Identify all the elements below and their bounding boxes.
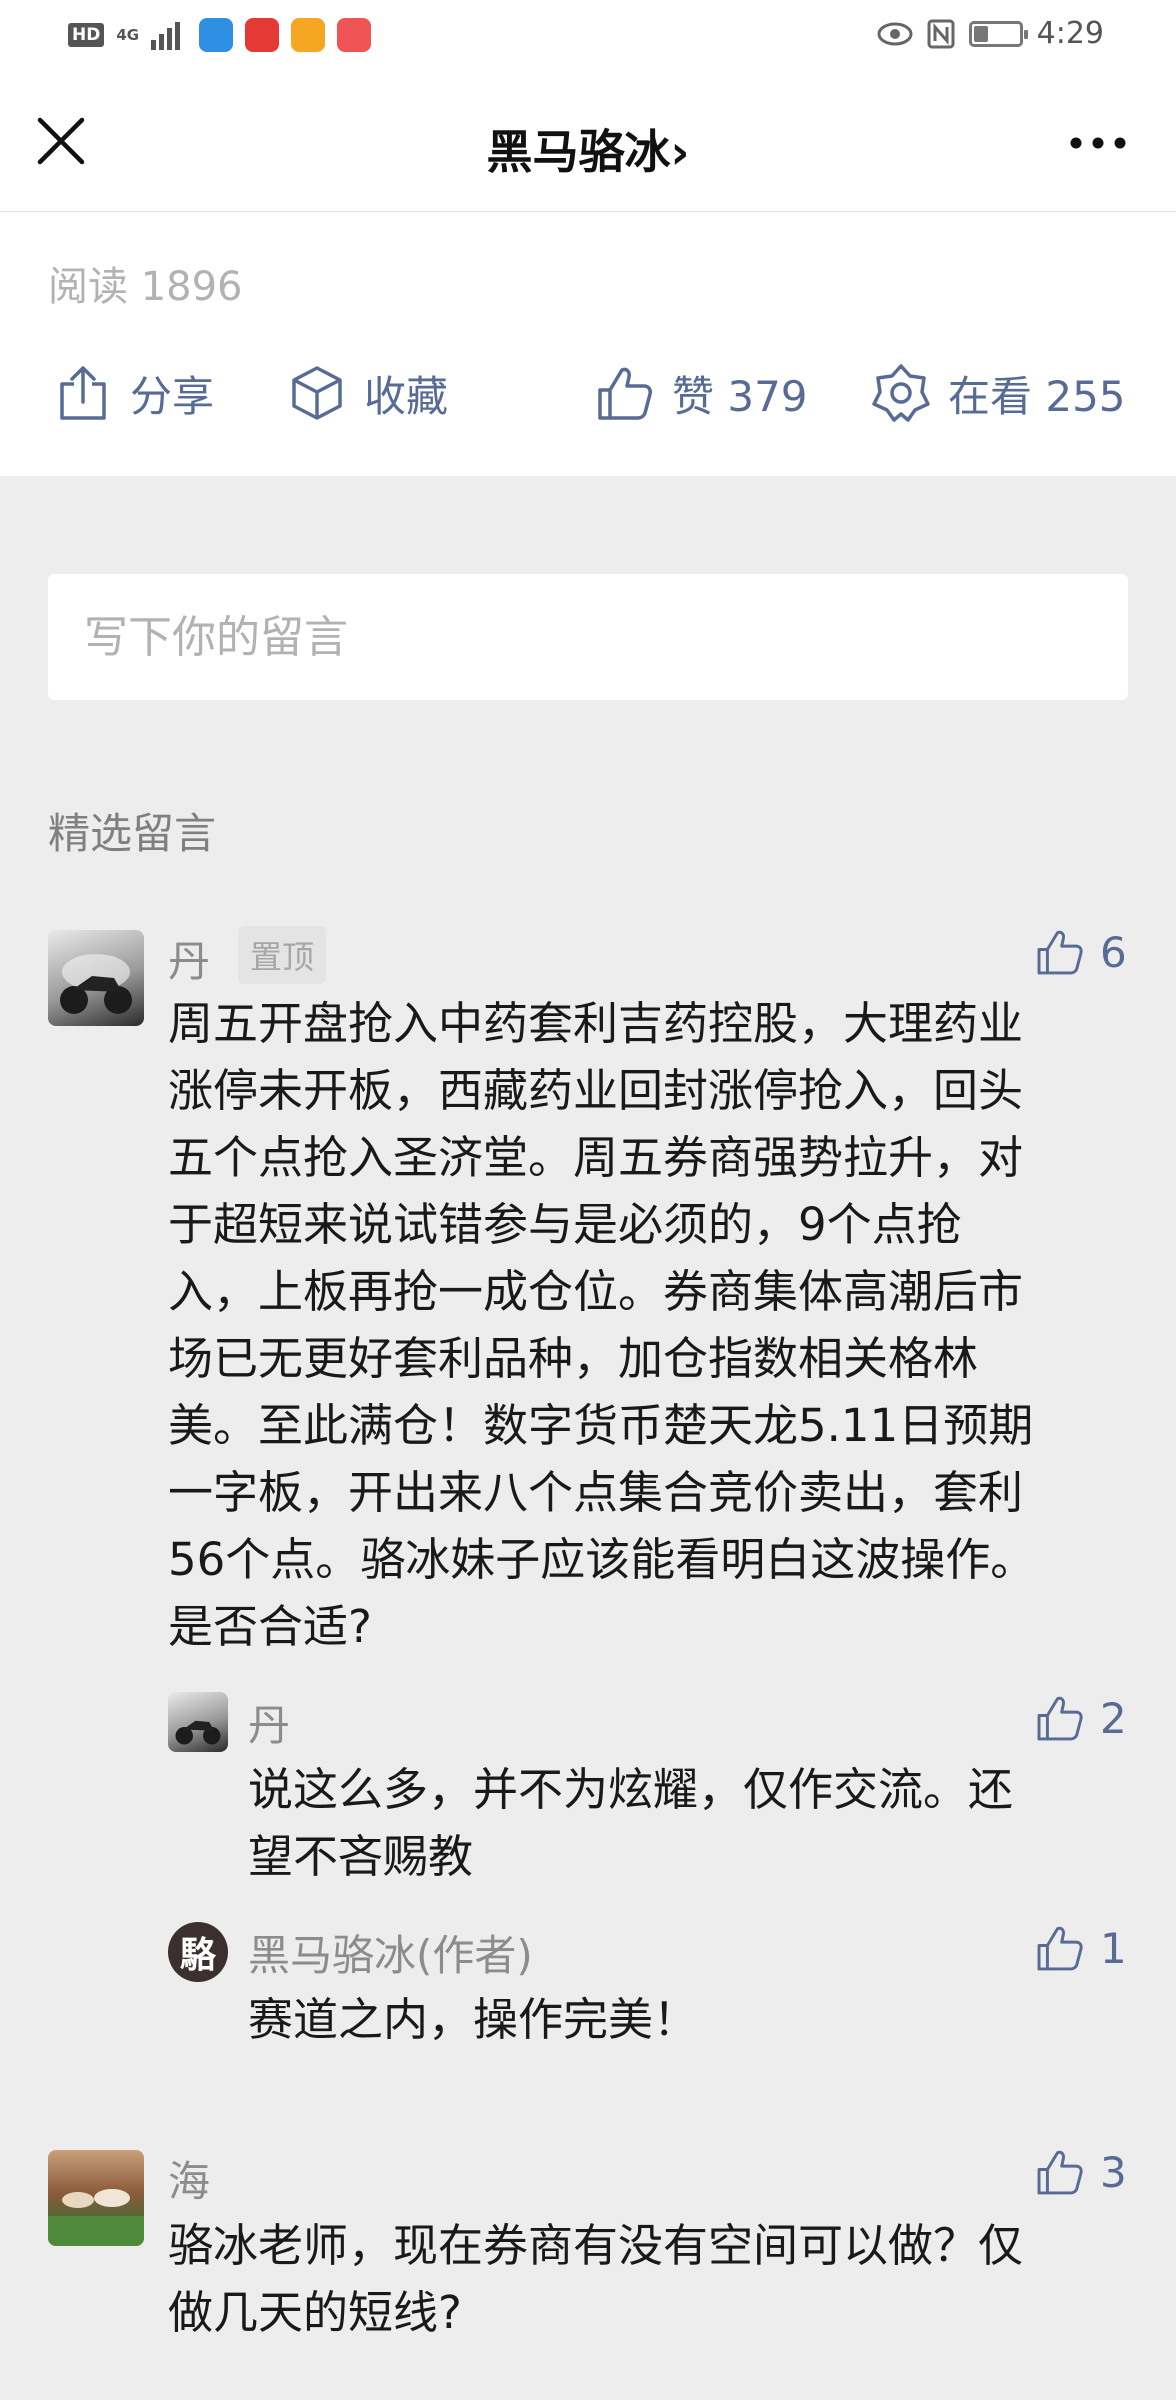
reply-like-count: 1: [1100, 1923, 1127, 1973]
thumbs-up-icon: [598, 367, 652, 420]
status-left-icons: HD 4G: [68, 18, 372, 52]
comment-like-count: 6: [1100, 927, 1127, 977]
comment-like-count: 3: [1100, 2147, 1127, 2197]
watching-count: 在看 255: [948, 371, 1126, 421]
book-icon: [337, 18, 372, 52]
reply-avatar[interactable]: [168, 1692, 228, 1752]
pinned-badge: 置顶: [238, 926, 327, 984]
article-stats: 阅读 1896 分享 收藏 赞 379 在看 255: [0, 212, 1176, 476]
comment-input[interactable]: [48, 574, 1128, 700]
thumbs-up-icon: [1037, 1696, 1083, 1741]
author-avatar[interactable]: 駱: [168, 1922, 228, 1982]
comment-line: 周五开盘抢入中药套利吉药控股，大理药业: [168, 997, 1024, 1050]
motorcycle-image: [175, 1720, 221, 1745]
eye-icon: [877, 22, 913, 45]
comment-line: 入，上板再抢一成仓位。券商集体高潮后市: [168, 1265, 1024, 1318]
reply-line: 赛道之内，操作完美！: [248, 1993, 699, 2046]
avatar[interactable]: [48, 930, 144, 1026]
share-label: 分享: [130, 371, 215, 421]
reply-line: 望不吝赐教: [248, 1830, 474, 1883]
comment-line: 骆冰老师，现在券商有没有空间可以做？仅: [168, 2219, 1024, 2272]
reply-text: 赛道之内，操作完美！: [248, 1986, 698, 2053]
featured-comments-title: 精选留言: [48, 809, 217, 858]
read-count: 阅读 1896: [48, 264, 243, 310]
motorcycle-image: [60, 954, 132, 1014]
comment-text: 周五开盘抢入中药套利吉药控股，大理药业 涨停未开板，西藏药业回封涨停抢入，回头 …: [168, 990, 1035, 1660]
huawei-app-icon: [245, 18, 280, 52]
chevron-right-icon: ›: [670, 125, 690, 179]
comment-line: 涨停未开板，西藏药业回封涨停抢入，回头: [168, 1064, 1024, 1117]
thumbs-up-icon: [1037, 2150, 1083, 2195]
nav-bar: 黑马骆冰›: [0, 72, 1176, 212]
like-button[interactable]: 赞 379: [594, 362, 808, 424]
weibo-icon: [291, 18, 326, 52]
status-time: 4:29: [1036, 16, 1104, 51]
comment-like-button[interactable]: 6: [1034, 926, 1127, 978]
comment-line: 一字板，开出来八个点集合竞价卖出，套利: [168, 1466, 1024, 1519]
comment-like-button[interactable]: 3: [1034, 2146, 1127, 2198]
network-type: 4G: [116, 25, 140, 44]
thumbs-up-icon: [1037, 930, 1083, 975]
comment-line: 做几天的短线?: [168, 2286, 462, 2339]
share-icon: [60, 366, 106, 420]
nfc-icon: [927, 19, 955, 48]
favorite-label: 收藏: [364, 371, 449, 421]
avatar[interactable]: [48, 2150, 144, 2246]
thumbs-up-icon: [1037, 1926, 1083, 1971]
comment-line: 于超短来说试错参与是必须的，9个点抢: [168, 1198, 962, 1251]
reply-author[interactable]: 黑马骆冰(作者): [248, 1922, 533, 1983]
favorite-button[interactable]: 收藏: [286, 362, 448, 424]
reply-like-count: 2: [1100, 1693, 1127, 1743]
account-name: 黑马骆冰: [486, 125, 671, 179]
hd-icon: HD: [68, 23, 105, 47]
reply-text: 说这么多，并不为炫耀，仅作交流。还 望不吝赐教: [248, 1756, 1013, 1890]
comment-line: 场已无更好套利品种，加仓指数相关格林: [168, 1332, 979, 1385]
comment-author[interactable]: 丹: [168, 928, 210, 989]
comment-author[interactable]: 海: [168, 2148, 210, 2209]
account-title[interactable]: 黑马骆冰›: [0, 116, 1176, 182]
battery-icon: [968, 20, 1028, 47]
comment-line: 美。至此满仓！数字货币楚天龙5.11日预期: [168, 1399, 1034, 1452]
signal-icon: [151, 22, 181, 50]
reply-like-button[interactable]: 1: [1034, 1922, 1127, 1974]
flower-icon: [872, 364, 930, 422]
author-avatar-char: 駱: [179, 1934, 216, 1976]
reply-line: 说这么多，并不为炫耀，仅作交流。还: [248, 1763, 1014, 1816]
watching-button[interactable]: 在看 255: [870, 362, 1126, 424]
more-icon[interactable]: [1068, 130, 1128, 156]
comment-line: 五个点抢入圣济堂。周五券商强势拉升，对: [168, 1131, 1024, 1184]
reply-like-button[interactable]: 2: [1034, 1692, 1127, 1744]
cube-icon: [292, 366, 342, 420]
food-image: [48, 2189, 144, 2246]
comment-text: 骆冰老师，现在券商有没有空间可以做？仅 做几天的短线?: [168, 2212, 1023, 2346]
comment-line: 56个点。骆冰妹子应该能看明白这波操作。: [168, 1533, 1036, 1586]
status-bar: HD 4G 4:29: [0, 0, 1176, 72]
wifi-icon: [199, 18, 234, 52]
comment-line: 是否合适?: [168, 1600, 372, 1653]
share-button[interactable]: 分享: [52, 362, 214, 424]
reply-author[interactable]: 丹: [248, 1692, 290, 1753]
like-count: 赞 379: [672, 371, 808, 421]
status-right-icons: 4:29: [877, 16, 1104, 51]
